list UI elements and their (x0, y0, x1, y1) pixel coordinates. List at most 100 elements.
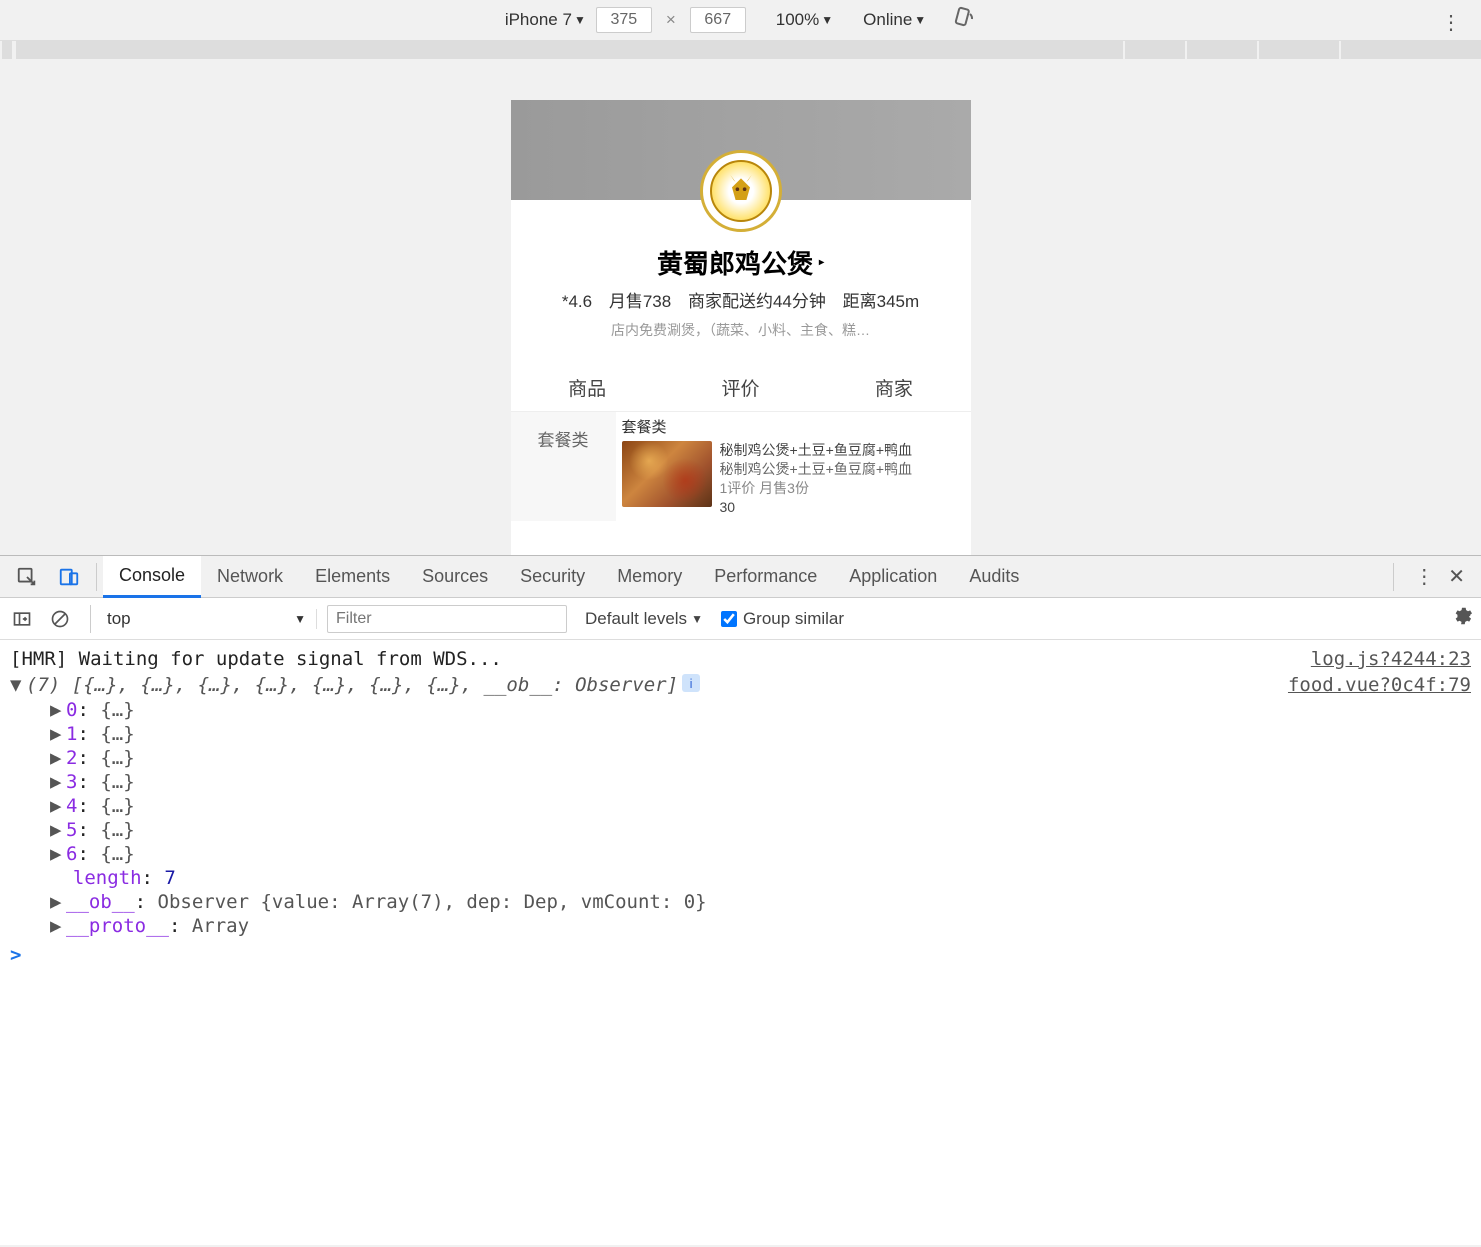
clear-console-icon[interactable] (46, 609, 74, 629)
width-input[interactable] (596, 7, 652, 33)
levels-label: Default levels (585, 609, 687, 629)
height-input[interactable] (690, 7, 746, 33)
device-mode-icon[interactable] (48, 566, 90, 588)
disclosure-triangle-icon[interactable]: ▶ (50, 915, 66, 937)
tab-merchant[interactable]: 商家 (817, 364, 970, 411)
array-preview[interactable]: (7) [{…}, {…}, {…}, {…}, {…}, {…}, {…}, … (26, 674, 678, 696)
food-image (622, 441, 712, 507)
food-list: 套餐类 秘制鸡公煲+土豆+鱼豆腐+鸭血 秘制鸡公煲+土豆+鱼豆腐+鸭血 1评价 … (616, 412, 971, 521)
tab-application[interactable]: Application (833, 556, 953, 598)
tree-row[interactable]: ▶0: {…} (50, 698, 1471, 722)
tab-sources[interactable]: Sources (406, 556, 504, 598)
tree-row[interactable]: ▶3: {…} (50, 770, 1471, 794)
shop-description: 店内免费涮煲，（蔬菜、小料、主食、糕… (511, 320, 971, 340)
category-sidebar: 套餐类 (511, 412, 616, 521)
shop-title[interactable]: 黄蜀郎鸡公煲 ▸ (657, 244, 824, 281)
tab-reviews[interactable]: 评价 (664, 364, 817, 411)
inspect-icon[interactable] (6, 566, 48, 588)
disclosure-triangle-icon[interactable]: ▶ (50, 771, 66, 793)
zoom-value: 100% (776, 10, 819, 30)
filter-input[interactable] (327, 605, 567, 633)
log-levels-selector[interactable]: Default levels ▼ (585, 609, 703, 629)
group-similar-checkbox[interactable]: Group similar (721, 609, 844, 629)
shop-distance: 距离345m (843, 292, 920, 311)
chevron-down-icon: ▼ (691, 612, 703, 626)
chevron-down-icon: ▼ (914, 13, 926, 27)
device-toolbar: iPhone 7 ▼ × 100% ▼ Online ▼ ⋮ (0, 0, 1481, 40)
tab-network[interactable]: Network (201, 556, 299, 598)
log-source-link[interactable]: log.js?4244:23 (1291, 648, 1471, 670)
rotate-icon[interactable] (952, 6, 976, 35)
shop-logo (700, 150, 782, 232)
tree-row[interactable]: ▶2: {…} (50, 746, 1471, 770)
shop-banner (511, 100, 971, 200)
chevron-down-icon: ▼ (294, 612, 306, 626)
throttle-value: Online (863, 10, 912, 30)
zoom-selector[interactable]: 100% ▼ (776, 10, 833, 30)
kebab-menu-icon[interactable]: ⋮ (1441, 10, 1461, 35)
shop-rating: *4.6 (562, 292, 592, 311)
disclosure-triangle-icon[interactable]: ▶ (50, 723, 66, 745)
disclosure-triangle-icon[interactable]: ▶ (50, 891, 66, 913)
disclosure-triangle-icon[interactable]: ▶ (50, 795, 66, 817)
phone-viewport: 黄蜀郎鸡公煲 ▸ *4.6 月售738 商家配送约44分钟 距离345m 店内免… (511, 100, 971, 555)
device-selector[interactable]: iPhone 7 ▼ (505, 10, 586, 30)
tree-row[interactable]: ▶1: {…} (50, 722, 1471, 746)
console-toolbar: top ▼ Default levels ▼ Group similar (0, 598, 1481, 640)
context-value: top (107, 609, 131, 629)
tree-row: length: 7 (50, 866, 1471, 890)
tree-row[interactable]: ▶__proto__: Array (50, 914, 1471, 938)
viewport-area: 黄蜀郎鸡公煲 ▸ *4.6 月售738 商家配送约44分钟 距离345m 店内免… (0, 60, 1481, 555)
log-line: [HMR] Waiting for update signal from WDS… (10, 646, 1471, 672)
close-icon[interactable]: ✕ (1448, 564, 1465, 589)
sidebar-item-combo[interactable]: 套餐类 (511, 412, 616, 465)
disclosure-triangle-icon[interactable]: ▶ (50, 819, 66, 841)
tab-goods[interactable]: 商品 (511, 364, 664, 411)
throttle-selector[interactable]: Online ▼ (863, 10, 926, 30)
food-subtitle: 秘制鸡公煲+土豆+鱼豆腐+鸭血 (720, 460, 913, 479)
chevron-down-icon: ▼ (574, 13, 586, 27)
shop-meta: *4.6 月售738 商家配送约44分钟 距离345m (511, 287, 971, 312)
toggle-sidebar-icon[interactable] (8, 609, 36, 629)
tree-row[interactable]: ▶5: {…} (50, 818, 1471, 842)
log-message: [HMR] Waiting for update signal from WDS… (10, 648, 502, 670)
disclosure-triangle-icon[interactable]: ▶ (50, 699, 66, 721)
chevron-right-icon: ▸ (819, 257, 824, 268)
tab-elements[interactable]: Elements (299, 556, 406, 598)
info-badge-icon[interactable]: i (682, 674, 700, 692)
tree-row[interactable]: ▶__ob__: Observer {value: Array(7), dep:… (50, 890, 1471, 914)
food-item[interactable]: 秘制鸡公煲+土豆+鱼豆腐+鸭血 秘制鸡公煲+土豆+鱼豆腐+鸭血 1评价 月售3份… (622, 441, 965, 517)
context-selector[interactable]: top ▼ (107, 609, 317, 629)
tree-row[interactable]: ▶4: {…} (50, 794, 1471, 818)
disclosure-triangle-icon[interactable]: ▼ (10, 674, 26, 696)
ruler (0, 40, 1481, 60)
shop-tabs: 商品 评价 商家 (511, 364, 971, 412)
group-similar-input[interactable] (721, 611, 737, 627)
food-details: 秘制鸡公煲+土豆+鱼豆腐+鸭血 秘制鸡公煲+土豆+鱼豆腐+鸭血 1评价 月售3份… (720, 441, 913, 517)
gear-icon[interactable] (1451, 605, 1473, 632)
food-sales: 1评价 月售3份 (720, 479, 913, 498)
tab-memory[interactable]: Memory (601, 556, 698, 598)
food-price: 30 (720, 498, 913, 517)
disclosure-triangle-icon[interactable]: ▶ (50, 747, 66, 769)
tab-security[interactable]: Security (504, 556, 601, 598)
log-line: ▼ (7) [{…}, {…}, {…}, {…}, {…}, {…}, {…}… (10, 672, 1471, 698)
kebab-menu-icon[interactable]: ⋮ (1414, 564, 1434, 589)
tab-console[interactable]: Console (103, 556, 201, 598)
device-name: iPhone 7 (505, 10, 572, 30)
log-source-link[interactable]: food.vue?0c4f:79 (1268, 674, 1471, 696)
dimension-separator: × (666, 10, 676, 30)
disclosure-triangle-icon[interactable]: ▶ (50, 843, 66, 865)
devtools-tabs: Console Network Elements Sources Securit… (0, 556, 1481, 598)
console-body: [HMR] Waiting for update signal from WDS… (0, 640, 1481, 1245)
food-name: 秘制鸡公煲+土豆+鱼豆腐+鸭血 (720, 441, 913, 460)
console-prompt[interactable]: > (10, 938, 1471, 966)
section-title: 套餐类 (622, 416, 965, 437)
tab-performance[interactable]: Performance (698, 556, 833, 598)
shop-name: 黄蜀郎鸡公煲 (657, 244, 813, 281)
object-tree: ▶0: {…} ▶1: {…} ▶2: {…} ▶3: {…} ▶4: {…} … (10, 698, 1471, 938)
tab-audits[interactable]: Audits (953, 556, 1035, 598)
tree-row[interactable]: ▶6: {…} (50, 842, 1471, 866)
content-row: 套餐类 套餐类 秘制鸡公煲+土豆+鱼豆腐+鸭血 秘制鸡公煲+土豆+鱼豆腐+鸭血 … (511, 412, 971, 521)
chevron-down-icon: ▼ (821, 13, 833, 27)
